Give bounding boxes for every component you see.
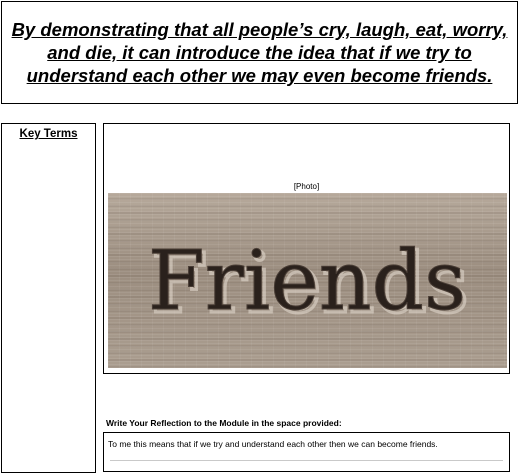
- header-text: By demonstrating that all people’s cry, …: [11, 19, 508, 86]
- reflection-label: Write Your Reflection to the Module in t…: [106, 418, 342, 428]
- reflection-box[interactable]: To me this means that if we try and unde…: [103, 432, 510, 472]
- photo-caption: [Photo]: [293, 182, 320, 191]
- header-box: By demonstrating that all people’s cry, …: [1, 1, 518, 104]
- photo-box: [Photo] Friends Friends: [103, 123, 510, 374]
- friends-wood-photo: Friends Friends: [108, 193, 507, 368]
- key-terms-box: Key Terms: [1, 123, 96, 473]
- key-terms-title: Key Terms: [19, 128, 78, 140]
- carved-text-graphic: Friends Friends: [147, 234, 470, 334]
- reflection-text: To me this means that if we try and unde…: [108, 439, 438, 449]
- carved-word: Friends: [148, 234, 466, 329]
- reflection-divider: [110, 460, 503, 461]
